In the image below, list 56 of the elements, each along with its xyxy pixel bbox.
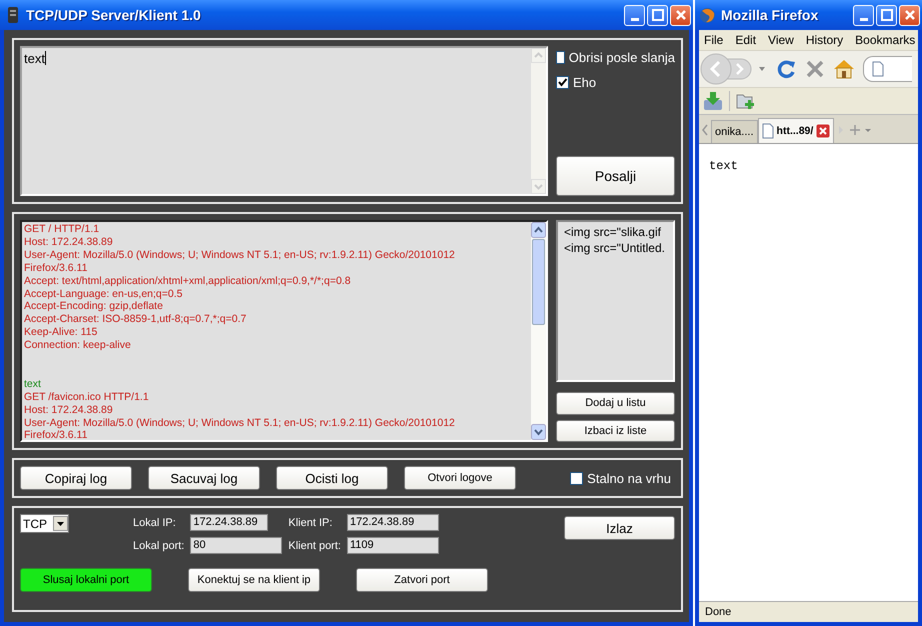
log-line: Connection: keep-alive [24,339,132,352]
menu-item[interactable]: View [768,33,794,47]
log-button[interactable]: Ocisti log [276,466,388,490]
log-button[interactable]: Copiraj log [20,466,132,490]
option-label: Stalno na vrhu [587,470,671,486]
exit-button[interactable]: Izlaz [564,516,675,540]
field-label: Klient IP: [288,516,334,528]
address-field[interactable]: 1109 [346,537,439,554]
menu-item[interactable]: Edit [735,33,756,47]
window-title: TCP/UDP Server/Klient 1.0 [26,7,201,23]
log-line: Keep-Alive: 115 [24,326,98,340]
log-line: Host: 172.24.38.89 [24,236,114,249]
log-line: Accept-Encoding: gzip,deflate [24,300,164,314]
always-on-top-checkbox[interactable]: Stalno na vrhu [570,470,671,486]
log-line: Accept-Charset: ISO-8859-1,utf-8;q=0.7,*;q=0.7 [24,313,248,326]
log-line: GET /favicon.ico HTTP/1.1 [24,390,150,404]
tab-label: onika.... [715,126,754,138]
field-label: Lokal IP: [133,516,177,528]
field-label: Lokal port: [133,540,184,552]
list-item[interactable]: <img src="slika.gif [564,224,667,240]
status-text: Done [705,606,732,618]
log-line: Accept: text/html,application/xhtml+xml,application/xml;q=0.9,*/*;q=0.8 [24,274,352,288]
address-field[interactable]: 172.24.38.89 [190,514,268,531]
tab-label: htt...89/ [776,125,814,137]
port-action-button[interactable]: Konektuj se na klient ip [188,568,320,592]
message-field[interactable]: text [20,46,548,196]
window-title: Mozilla Firefox [721,7,818,23]
browser-tab[interactable]: onika.... [711,120,758,143]
option-checkbox[interactable]: Eho [556,75,675,90]
send-button[interactable]: Posalji [556,156,675,196]
log-line: Firefox/3.6.11 [24,262,88,275]
list-button[interactable]: Dodaj u listu [556,392,675,415]
log-line: User-Agent: Mozilla/5.0 (Windows; U; Windows NT 5.1; en-US; rv:1.9.2.11) Gecko/20101012 [24,248,456,262]
log-button[interactable]: Sacuvaj log [148,466,260,490]
log-line: GET / HTTP/1.1 [24,223,100,236]
address-field[interactable]: 80 [190,537,282,554]
message-text: text [24,51,45,66]
port-action-button[interactable]: Slusaj lokalni port [20,568,152,592]
protocol-dropdown[interactable]: TCP [20,514,69,533]
log-button[interactable]: Otvori logove [404,466,516,490]
log-line: User-Agent: Mozilla/5.0 (Windows; U; Windows NT 5.1; en-US; rv:1.9.2.11) Gecko/20101012 [24,416,456,430]
log-line: Firefox/3.6.11 [24,429,88,440]
field-label: Klient port: [288,540,341,552]
list-item[interactable]: <img src="Untitled. [564,240,667,256]
log-line: Host: 172.24.38.89 [24,404,114,417]
log-line: Accept-Language: en-us,en;q=0.5 [24,288,184,300]
address-field[interactable]: 172.24.38.89 [346,514,439,531]
log-line: text [24,378,42,391]
option-label: Eho [573,75,596,90]
list-button[interactable]: Izbaci iz liste [556,420,675,442]
menu-item[interactable]: Bookmarks [855,33,916,47]
page-text: text [709,159,738,173]
menu-item[interactable]: File [704,33,724,47]
menu-item[interactable]: History [806,33,844,47]
port-action-button[interactable]: Zatvori port [356,568,488,592]
browser-tab[interactable]: htt...89/ [758,118,834,143]
